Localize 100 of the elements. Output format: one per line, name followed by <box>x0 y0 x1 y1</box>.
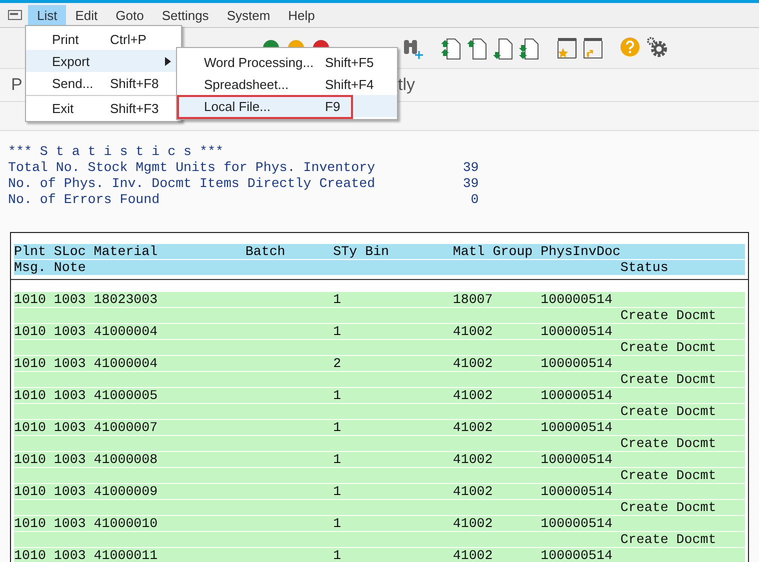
table-cell: 1010 <box>14 548 46 562</box>
table-cell: 41002 <box>452 356 493 372</box>
table-cell: 1010 <box>14 484 46 500</box>
table-cell: 1003 <box>54 420 86 436</box>
column-header: Bin <box>365 244 390 260</box>
table-cell: 41002 <box>452 548 493 562</box>
table-cell: 100000514 <box>540 292 612 308</box>
table-cell: 100000514 <box>540 516 612 532</box>
column-header: SLoc <box>54 244 86 260</box>
table-cell: 100000514 <box>540 420 612 436</box>
table-cell: 100000514 <box>540 484 612 500</box>
statistic-label: No. of Phys. Inv. Docmt Items Directly Created <box>8 176 376 192</box>
status-cell: Create Docmt <box>620 436 716 452</box>
table-cell: 1010 <box>14 324 46 340</box>
table-cell: 1003 <box>54 388 86 404</box>
table-cell: 1010 <box>14 452 46 468</box>
page-arrow-icon[interactable] <box>441 38 461 60</box>
menu-item[interactable]: Edit <box>66 4 107 26</box>
table-cell: 41000009 <box>94 484 158 500</box>
table-cell: 100000514 <box>540 388 612 404</box>
table-cell: 1003 <box>54 324 86 340</box>
column-header: Matl Group <box>452 244 533 260</box>
table-cell: 1003 <box>54 548 86 562</box>
status-cell: Create Docmt <box>620 532 716 548</box>
menu-item[interactable]: Help <box>279 4 324 26</box>
statistic-value: 0 <box>470 192 479 208</box>
table-cell: 41000004 <box>94 324 158 340</box>
table-cell: 41000011 <box>94 548 158 562</box>
table-cell: 1 <box>333 484 342 500</box>
submenu-arrow-icon <box>165 56 171 66</box>
table-cell: 1010 <box>14 420 46 436</box>
table-cell: 1003 <box>54 452 86 468</box>
screen-title-fragment: P <box>11 75 22 95</box>
table-cell: 1010 <box>14 516 46 532</box>
screen-title-fragment: tly <box>398 75 415 95</box>
table-cell: 1003 <box>54 292 86 308</box>
table-cell: 1003 <box>54 516 86 532</box>
table-cell: 1 <box>333 388 342 404</box>
window-star-icon[interactable] <box>557 37 577 59</box>
menu-item[interactable]: System <box>218 4 280 26</box>
status-cell: Create Docmt <box>620 404 716 420</box>
table-cell: 2 <box>333 356 342 372</box>
menu-entry[interactable]: Local File... F9 <box>177 95 397 117</box>
statistic-label: Total No. Stock Mgmt Units for Phys. Inventory <box>8 160 376 176</box>
table-cell: 1003 <box>54 484 86 500</box>
binoculars-plus-icon[interactable] <box>403 38 423 60</box>
table-cell: 18007 <box>452 292 493 308</box>
table-cell: 41002 <box>452 516 493 532</box>
column-header: Plnt <box>14 244 46 260</box>
column-header: STy <box>333 244 358 260</box>
menu-entry[interactable]: Spreadsheet... Shift+F4 <box>177 73 397 95</box>
menu-icon[interactable] <box>8 10 22 20</box>
table-cell: 100000514 <box>540 324 612 340</box>
table-cell: 41002 <box>452 388 493 404</box>
page-arrow-icon[interactable] <box>493 38 513 60</box>
column-header: Batch <box>245 244 286 260</box>
menu-item[interactable]: Goto <box>106 4 153 26</box>
status-cell: Create Docmt <box>620 500 716 516</box>
table-cell: 1003 <box>54 356 86 372</box>
table-cell: 41002 <box>452 452 493 468</box>
column-header: Note <box>54 260 86 276</box>
table-cell: 41002 <box>452 420 493 436</box>
column-header: Material <box>94 244 158 260</box>
menu-item[interactable]: List <box>28 4 66 26</box>
table-cell: 1010 <box>14 388 46 404</box>
table-cell: 41000005 <box>94 388 158 404</box>
table-cell: 41000008 <box>94 452 158 468</box>
window-arrow-icon[interactable] <box>583 37 603 59</box>
page-arrow-icon[interactable] <box>519 38 539 60</box>
table-cell: 100000514 <box>540 356 612 372</box>
table-cell: 1 <box>333 420 342 436</box>
status-cell: Create Docmt <box>620 340 716 356</box>
table-cell: 1 <box>333 324 342 340</box>
menu-item[interactable]: Settings <box>152 4 218 26</box>
table-cell: 1010 <box>14 356 46 372</box>
column-header: Msg. <box>14 260 46 276</box>
table-cell: 100000514 <box>540 548 612 562</box>
table-cell: 18023003 <box>94 292 158 308</box>
table-cell: 1 <box>333 516 342 532</box>
table-cell: 1010 <box>14 292 46 308</box>
table-cell: 41002 <box>452 324 493 340</box>
statistics-heading: *** S t a t i s t i c s *** <box>8 144 224 160</box>
settings-icon[interactable] <box>646 36 668 58</box>
status-cell: Create Docmt <box>620 372 716 388</box>
table-cell: 41000007 <box>94 420 158 436</box>
table-cell: 1 <box>333 452 342 468</box>
column-header: Status <box>620 260 668 276</box>
table-cell: 100000514 <box>540 452 612 468</box>
table-cell: 41002 <box>452 484 493 500</box>
statistic-label: No. of Errors Found <box>8 192 161 208</box>
table-cell: 41000010 <box>94 516 158 532</box>
menu-entry[interactable]: Print Ctrl+P <box>26 28 181 50</box>
status-cell: Create Docmt <box>620 468 716 484</box>
page-arrow-icon[interactable] <box>467 38 487 60</box>
statistic-value: 39 <box>462 160 479 176</box>
status-cell: Create Docmt <box>620 308 716 324</box>
statistic-value: 39 <box>462 176 479 192</box>
table-cell: 1 <box>333 548 342 562</box>
table-cell: 41000004 <box>94 356 158 372</box>
column-header: PhysInvDoc <box>540 244 620 260</box>
